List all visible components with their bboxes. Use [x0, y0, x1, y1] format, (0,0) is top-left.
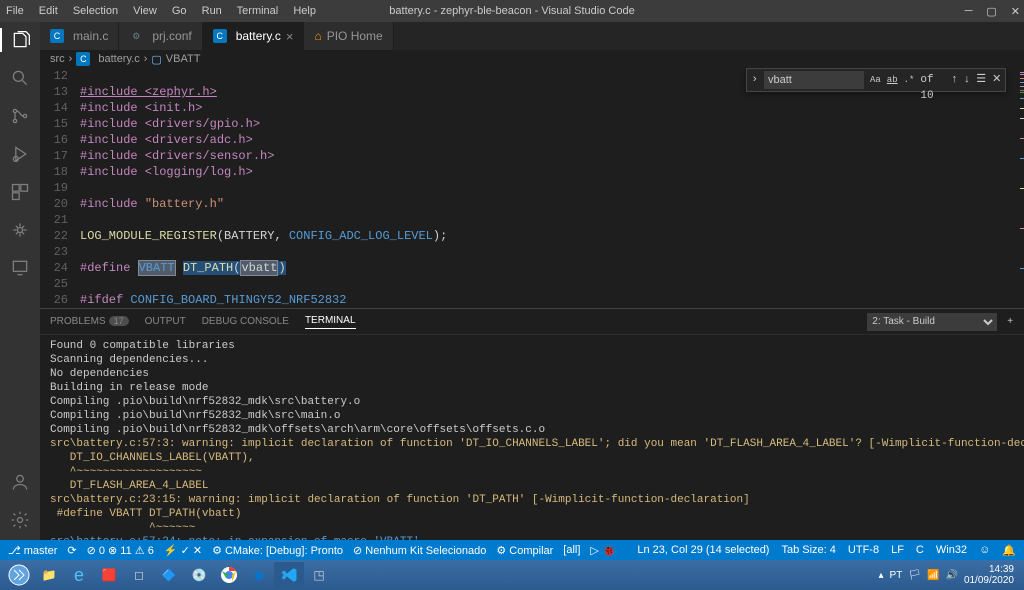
tab-prj-conf[interactable]: ⚙prj.conf [119, 22, 202, 50]
menu-view[interactable]: View [133, 5, 157, 17]
window-title: battery.c - zephyr-ble-beacon - Visual S… [389, 5, 634, 17]
tab-battery-c[interactable]: Cbattery.c× [203, 22, 305, 50]
status-problems[interactable]: ⊘ 0 ⊗ 11 ⚠ 6 [87, 544, 154, 557]
status-cursor[interactable]: Ln 23, Col 29 (14 selected) [637, 544, 769, 557]
panel: PROBLEMS17 OUTPUT DEBUG CONSOLE TERMINAL… [40, 308, 1024, 540]
find-next-icon[interactable]: ↓ [964, 72, 971, 88]
status-kit[interactable]: ⊘ Nenhum Kit Selecionado [353, 544, 486, 557]
tab-pio-home[interactable]: ⌂PIO Home [304, 22, 393, 50]
editor-group: Cmain.c ⚙prj.conf Cbattery.c× ⌂PIO Home … [40, 22, 1024, 540]
tray-up-icon[interactable]: ▴ [879, 570, 884, 581]
activitybar [0, 22, 40, 540]
start-button[interactable] [4, 562, 34, 588]
find-toggle-icon[interactable]: › [751, 72, 758, 88]
taskbar-roblox-icon[interactable]: ◻ [124, 562, 154, 588]
menu-help[interactable]: Help [293, 5, 316, 17]
taskbar-dvd-icon[interactable]: 💿 [184, 562, 214, 588]
system-tray[interactable]: ▴ PT 🏳📶🔊 14:39 01/09/2020 [879, 564, 1020, 586]
menubar: File Edit Selection View Go Run Terminal… [6, 5, 328, 17]
extensions-icon[interactable] [8, 180, 32, 204]
gear-icon[interactable] [8, 508, 32, 532]
taskbar-ie-icon[interactable]: e [64, 562, 94, 588]
editor-tabs: Cmain.c ⚙prj.conf Cbattery.c× ⌂PIO Home … [40, 22, 1024, 50]
find-count: ? of 10 [920, 68, 945, 104]
taskbar-fortnite-icon[interactable]: 🔷 [154, 562, 184, 588]
breadcrumb[interactable]: src › Cbattery.c › ▢ VBATT [40, 50, 1024, 68]
status-indent[interactable]: Tab Size: 4 [781, 544, 835, 557]
terminal-output[interactable]: Found 0 compatible libraries Scanning de… [40, 335, 1024, 540]
panel-tabs: PROBLEMS17 OUTPUT DEBUG CONSOLE TERMINAL… [40, 309, 1024, 335]
titlebar: File Edit Selection View Go Run Terminal… [0, 0, 1024, 22]
taskbar-edge-icon[interactable]: ◉ [244, 562, 274, 588]
menu-terminal[interactable]: Terminal [237, 5, 279, 17]
find-selection-icon[interactable]: ☰ [976, 72, 986, 88]
taskbar-app2-icon[interactable]: ◳ [304, 562, 334, 588]
status-bell-icon[interactable]: 🔔 [1002, 544, 1016, 557]
windows-taskbar: 📁 e 🟥 ◻ 🔷 💿 ◉ ◳ ▴ PT 🏳📶🔊 14:39 01/09/202… [0, 560, 1024, 590]
status-target[interactable]: [all] [563, 544, 580, 556]
files-icon[interactable] [0, 28, 40, 52]
status-eol[interactable]: LF [891, 544, 904, 557]
menu-go[interactable]: Go [172, 5, 187, 17]
code-editor[interactable]: 12131415161718192021222324252627282930 #… [40, 68, 1024, 308]
terminal-tab[interactable]: TERMINAL [305, 315, 356, 329]
maximize-icon[interactable]: ▢ [986, 5, 996, 18]
tab-main-c[interactable]: Cmain.c [40, 22, 119, 50]
status-lang[interactable]: C [916, 544, 924, 557]
line-numbers: 12131415161718192021222324252627282930 [40, 68, 80, 308]
taskbar-explorer-icon[interactable]: 📁 [34, 562, 64, 588]
status-live[interactable]: ⚡ ✓ ✕ [164, 544, 202, 557]
tab-close-icon[interactable]: × [286, 29, 294, 44]
code-content[interactable]: #include <zephyr.h> #include <init.h> #i… [80, 68, 1024, 308]
menu-run[interactable]: Run [202, 5, 222, 17]
status-encoding[interactable]: UTF-8 [848, 544, 879, 557]
menu-selection[interactable]: Selection [73, 5, 118, 17]
tray-time: 14:39 [964, 564, 1014, 575]
problems-tab[interactable]: PROBLEMS17 [50, 316, 129, 327]
minimap[interactable] [1016, 68, 1024, 308]
taskbar-vscode-icon[interactable] [274, 562, 304, 588]
scm-icon[interactable] [8, 104, 32, 128]
taskbar-chrome-icon[interactable] [214, 562, 244, 588]
inspect-icon[interactable] [8, 256, 32, 280]
minimize-icon[interactable]: ─ [965, 5, 973, 18]
debug-console-tab[interactable]: DEBUG CONSOLE [202, 316, 289, 327]
find-prev-icon[interactable]: ↑ [951, 72, 958, 88]
status-sync[interactable]: ⟳ [67, 544, 76, 557]
close-icon[interactable]: ✕ [1011, 5, 1020, 18]
tray-lang[interactable]: PT [890, 570, 903, 581]
status-build[interactable]: ⚙ Compilar [496, 544, 553, 557]
status-branch[interactable]: ⎇ master [8, 544, 57, 557]
menu-file[interactable]: File [6, 5, 24, 17]
debug-icon[interactable] [8, 142, 32, 166]
tray-date: 01/09/2020 [964, 575, 1014, 586]
statusbar: ⎇ master ⟳ ⊘ 0 ⊗ 11 ⚠ 6 ⚡ ✓ ✕ ⚙ CMake: [… [0, 540, 1024, 560]
menu-edit[interactable]: Edit [39, 5, 58, 17]
account-icon[interactable] [8, 470, 32, 494]
status-cmake[interactable]: ⚙ CMake: [Debug]: Pronto [212, 544, 343, 557]
search-icon[interactable] [8, 66, 32, 90]
pio-icon[interactable] [8, 218, 32, 242]
status-platform[interactable]: Win32 [936, 544, 967, 557]
terminal-selector[interactable]: 2: Task - Build [867, 313, 997, 331]
find-close-icon[interactable]: ✕ [992, 72, 1001, 88]
new-terminal-icon[interactable]: + [1007, 316, 1013, 327]
find-widget: › Aaab.* ? of 10 ↑ ↓ ☰ ✕ [746, 68, 1006, 92]
output-tab[interactable]: OUTPUT [145, 316, 186, 327]
taskbar-app-icon[interactable]: 🟥 [94, 562, 124, 588]
find-input[interactable] [764, 71, 864, 89]
